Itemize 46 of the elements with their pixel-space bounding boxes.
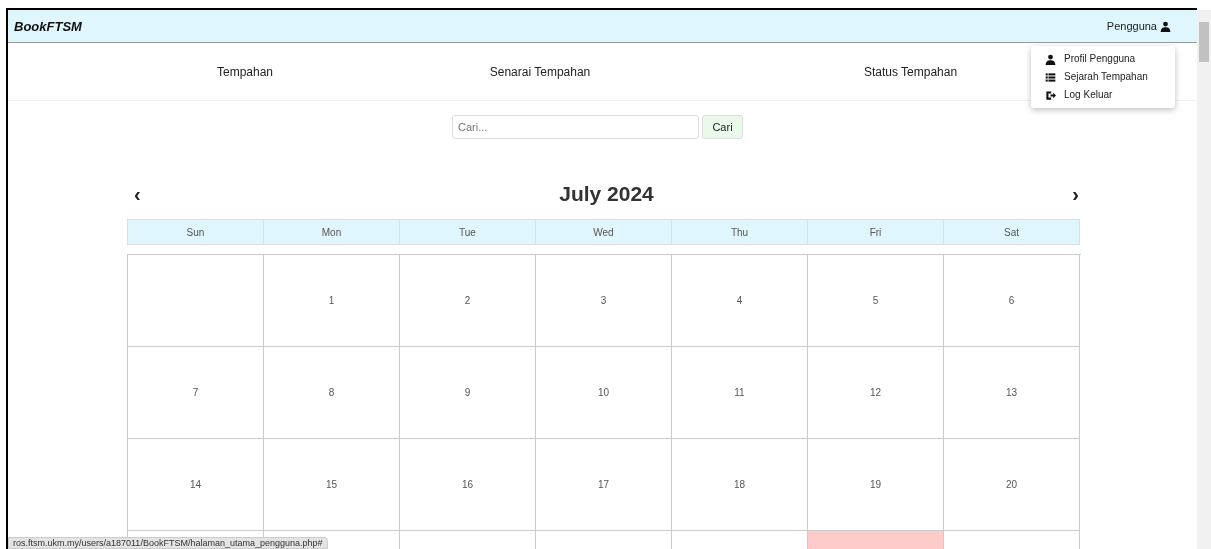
sign-out-icon: [1045, 89, 1056, 101]
weekday-header: Fri: [807, 219, 944, 245]
menu-item[interactable]: Log Keluar: [1031, 86, 1175, 104]
menu-item[interactable]: Sejarah Tempahan: [1031, 68, 1175, 86]
user-icon: [1045, 53, 1056, 65]
day-cell[interactable]: 11: [672, 347, 808, 439]
day-cell[interactable]: 17: [536, 439, 672, 531]
day-cell[interactable]: [128, 255, 264, 347]
weekday-header: Sat: [943, 219, 1080, 245]
day-cell[interactable]: 10: [536, 347, 672, 439]
month-title: July 2024: [559, 182, 654, 206]
nav-link[interactable]: Senarai Tempahan: [489, 64, 591, 79]
user-icon: [1160, 20, 1171, 32]
nav-link[interactable]: Status Tempahan: [863, 64, 958, 79]
day-cell[interactable]: 20: [944, 439, 1080, 531]
user-menu[interactable]: Pengguna: [1106, 20, 1171, 32]
day-cell[interactable]: 16: [400, 439, 536, 531]
day-cell[interactable]: 7: [128, 347, 264, 439]
weekday-header: Wed: [535, 219, 672, 245]
day-cell[interactable]: 3: [536, 255, 672, 347]
day-cell[interactable]: 18: [672, 439, 808, 531]
search-field[interactable]: Cari...: [452, 115, 699, 139]
list-icon: [1045, 71, 1056, 83]
day-cell[interactable]: 9: [400, 347, 536, 439]
url-tooltip: ros.ftsm.ukm.my/users/a187011/BookFTSM/halaman_utama_pengguna.php#: [8, 537, 328, 549]
nav-link[interactable]: Tempahan: [216, 64, 273, 79]
day-cell[interactable]: 12: [808, 347, 944, 439]
weekday-header: Mon: [263, 219, 400, 245]
day-cell[interactable]: 8: [264, 347, 400, 439]
menu-item[interactable]: Profil Pengguna: [1031, 50, 1175, 68]
brand-link[interactable]: BookFTSM: [14, 18, 82, 34]
day-cell[interactable]: 4: [672, 255, 808, 347]
day-cell[interactable]: 13: [944, 347, 1080, 439]
weekday-header: Sun: [127, 219, 264, 245]
day-cell[interactable]: 1: [264, 255, 400, 347]
search-button[interactable]: Cari: [702, 115, 743, 139]
day-cell[interactable]: 5: [808, 255, 944, 347]
next-month-button[interactable]: ›: [1072, 182, 1079, 206]
day-cell[interactable]: 15: [264, 439, 400, 531]
scrollbar[interactable]: [1197, 10, 1211, 549]
day-cell[interactable]: 14: [128, 439, 264, 531]
weekday-header: Tue: [399, 219, 536, 245]
weekday-header: Thu: [671, 219, 808, 245]
day-cell[interactable]: 6: [944, 255, 1080, 347]
previous-month-button[interactable]: ‹: [134, 182, 141, 206]
day-cell[interactable]: 2: [400, 255, 536, 347]
